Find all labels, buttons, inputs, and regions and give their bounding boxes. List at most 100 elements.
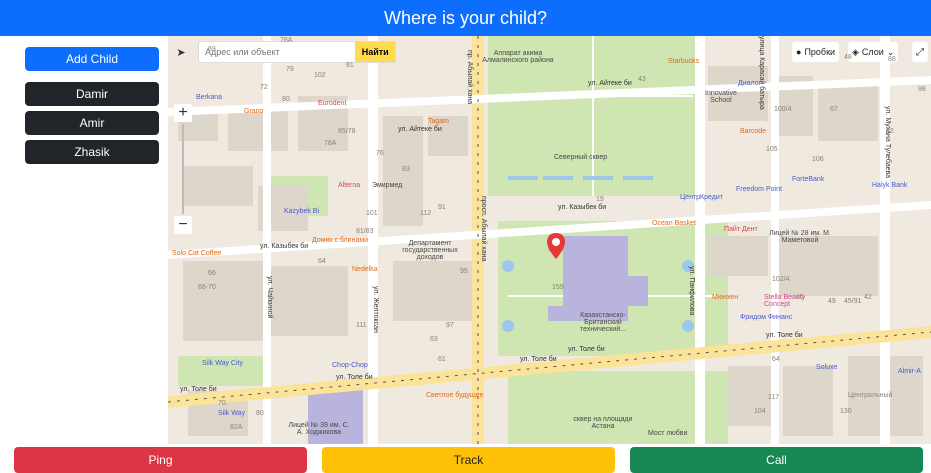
building-number: 97 [446,322,454,329]
street-karasai-label: улица Карасай батыра [758,36,765,110]
building-number: 78A [324,140,337,147]
poi-nedelka[interactable]: Nedelka [352,266,378,273]
poi-eurodent[interactable]: Eurodent [318,100,346,107]
poi-munchen[interactable]: Мюнхен [712,294,738,301]
layers-label: Слои [861,47,884,57]
poi-stella[interactable]: Stella Beauty Concept [764,294,814,308]
poi-chop-chop[interactable]: Chop-Chop [332,362,368,369]
label-kaz-brit: Казахстанско-Британский технический... [580,312,626,333]
poi-domik[interactable]: Домик с блинами [312,237,368,244]
street-mukhan-label: ул. Мухана Тулебаева [884,106,891,179]
poi-soluxe[interactable]: Soluxe [816,364,837,371]
track-button[interactable]: Track [322,447,615,473]
building-number: 130 [840,408,852,415]
street-chaikina-label: ул. Чайкиной [266,276,273,319]
zoom-slider[interactable] [182,124,184,214]
building-number: 117 [768,394,780,401]
zoom-in-button[interactable]: + [174,104,192,122]
building-number: 88 [888,56,896,63]
poi-starbucks[interactable]: Starbucks [668,58,699,65]
poi-grano[interactable]: Grano [244,108,263,115]
traffic-button[interactable]: ● Пробки [792,42,840,62]
poi-fridom[interactable]: Фридом Финанс [740,314,792,321]
poi-silkway-city[interactable]: Silk Way City [202,360,243,367]
street-tole-label-2: ул. Толе би [336,374,373,381]
building-number: 42 [864,294,872,301]
building-number: 101 [366,210,378,217]
street-zheltoksan-label: ул. Желтоксан [372,286,379,333]
ping-button[interactable]: Ping [14,447,307,473]
building-number: 104 [754,408,766,415]
map-view[interactable]: ул. Айтеке би ул. Айтеке би ул. Казыбек … [168,36,931,444]
child-button-amir[interactable]: Amir [25,111,159,135]
building-number: 68-70 [198,284,216,291]
building-number: 45 [796,294,804,301]
building-number: 78A [280,37,293,44]
poi-fortebank[interactable]: ForteBank [792,176,824,183]
app-header: Where is your child? [0,0,931,36]
map-search-bar: Найти [198,41,396,63]
building-number: 98 [918,86,926,93]
building-number: 45/91 [844,298,862,305]
building-number: 72 [260,84,268,91]
label-most: Мост любви [648,430,688,437]
poi-solo-cat[interactable]: Solo Cat Coffee [172,250,221,257]
building-number: 49 [828,298,836,305]
page-title: Where is your child? [383,7,548,28]
building-number: 70 [218,400,226,407]
map-search-button[interactable]: Найти [355,42,395,62]
building-number: 81/83 [356,228,374,235]
poi-kazybek-bi[interactable]: Kazybek Bi [284,208,319,215]
poi-paident[interactable]: Пайт Дент [724,226,758,233]
street-tole-label-5: ул. Толе би [766,332,803,339]
call-button[interactable]: Call [630,447,923,473]
building-number: 102/4 [772,276,790,283]
building-number: 67 [830,106,838,113]
building-number: 82A [230,424,243,431]
building-number: 91 [438,204,446,211]
poi-almir[interactable]: Almir-A [898,368,921,375]
building-number: 80 [282,96,290,103]
building-number: 95 [460,268,468,275]
street-tole-label-4: ул. Толе би [568,346,605,353]
building-number: 100/4 [774,106,792,113]
poi-dialog[interactable]: Диалог [738,80,761,87]
child-button-damir[interactable]: Damir [25,82,159,106]
fullscreen-icon[interactable]: ⤢ [912,42,928,62]
poi-silkway[interactable]: Silk Way [218,410,245,417]
child-location-marker[interactable] [546,232,566,260]
poi-berkana[interactable]: Berkana [196,94,222,101]
sidebar: Add Child Damir Amir Zhasik [0,36,168,444]
map-search-input[interactable] [199,42,356,62]
traffic-icon: ● [796,47,802,57]
poi-alterna[interactable]: Alterna [338,182,360,189]
label-tsentralny: Центральный [848,392,893,399]
poi-halyk[interactable]: Halyk Bank [872,182,907,189]
label-apparat: Аппарат акима Алмалинского района [482,50,554,64]
poi-ocean-basket[interactable]: Ocean Basket [652,220,696,227]
building-number: 64 [772,356,780,363]
building-number: 80 [256,410,264,417]
child-button-zhasik[interactable]: Zhasik [25,140,159,164]
poi-svetloe[interactable]: Светлое будущее [426,392,483,399]
building-number: 106 [812,156,824,163]
locate-icon[interactable]: ➤ [173,44,189,60]
street-panfilova-label: ул. Панфилова [688,266,695,316]
building-number: 105 [766,146,778,153]
building-number: 61 [438,356,446,363]
building-number: 19 [596,196,604,203]
building-number: 81 [346,62,354,69]
street-kazybek-label-1: ул. Казыбек би [260,243,309,250]
street-abylai-label-1: пр. Абылай хана [466,50,473,105]
label-severny: Северный сквер [554,154,608,161]
poi-freedom[interactable]: Freedom Point [736,186,782,193]
poi-barcode[interactable]: Barcode [740,128,766,135]
action-bar: Ping Track Call [0,444,931,473]
add-child-button[interactable]: Add Child [25,47,159,71]
poi-centrkredit[interactable]: ЦентрКредит [680,194,723,201]
building-number: 64 [318,258,326,265]
zoom-out-button[interactable]: − [174,216,192,234]
building-number: 82 [886,128,894,135]
street-abylai-label-2: просп. Абылай хана [480,196,487,262]
poi-tagam[interactable]: Tagam [428,118,449,125]
